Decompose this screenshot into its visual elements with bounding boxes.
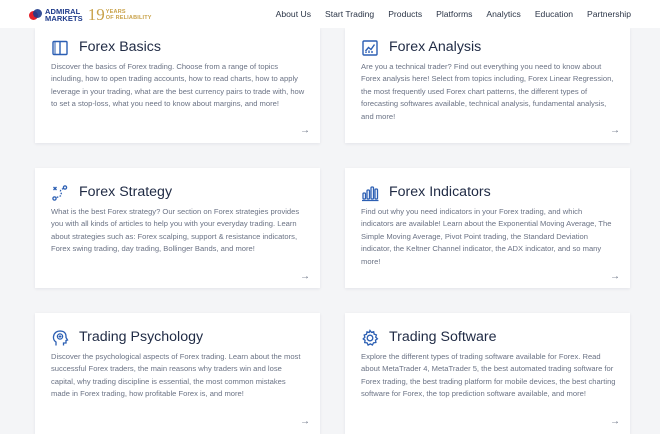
strategy-icon: [51, 184, 69, 202]
card-forex-basics[interactable]: Forex Basics Discover the basics of Fore…: [35, 28, 320, 143]
card-forex-analysis[interactable]: Forex Analysis Are you a technical trade…: [345, 28, 630, 143]
nav-education[interactable]: Education: [535, 9, 573, 19]
logo-mark-icon: [29, 8, 43, 22]
card-title[interactable]: Forex Basics: [79, 39, 161, 55]
arrow-right-icon[interactable]: →: [610, 126, 620, 136]
nav-products[interactable]: Products: [388, 9, 422, 19]
card-description: Are you a technical trader? Find out eve…: [361, 62, 614, 121]
main-nav: About Us Start Trading Products Platform…: [262, 0, 631, 28]
card-forex-indicators[interactable]: Forex Indicators Find out why you need i…: [345, 168, 630, 288]
arrow-right-icon[interactable]: →: [610, 417, 620, 427]
card-description: Discover the basics of Forex trading. Ch…: [51, 62, 305, 109]
card-description: Find out why you need indicators in your…: [361, 207, 612, 266]
chart-analysis-icon: [361, 39, 379, 57]
nav-start-trading[interactable]: Start Trading: [325, 9, 374, 19]
arrow-right-icon[interactable]: →: [300, 126, 310, 136]
years-number: 19: [87, 5, 105, 24]
arrow-right-icon[interactable]: →: [610, 272, 620, 282]
arrow-right-icon[interactable]: →: [300, 417, 310, 427]
site-header: ADMIRAL MARKETS 19 YEARS OF RELIABILITY …: [0, 0, 660, 28]
book-icon: [51, 39, 69, 57]
card-trading-software[interactable]: Trading Software Explore the different t…: [345, 313, 630, 434]
arrow-right-icon[interactable]: →: [300, 272, 310, 282]
card-description: Explore the different types of trading s…: [361, 352, 616, 399]
brain-head-icon: [51, 329, 69, 347]
nav-analytics[interactable]: Analytics: [486, 9, 520, 19]
card-description: Discover the psychological aspects of Fo…: [51, 352, 301, 399]
admiral-markets-logo[interactable]: ADMIRAL MARKETS 19 YEARS OF RELIABILITY: [29, 6, 152, 24]
nav-platforms[interactable]: Platforms: [436, 9, 472, 19]
nav-partnership[interactable]: Partnership: [587, 9, 631, 19]
reliability-label: OF RELIABILITY: [105, 15, 152, 21]
card-title[interactable]: Forex Indicators: [389, 184, 491, 200]
card-trading-psychology[interactable]: Trading Psychology Discover the psycholo…: [35, 313, 320, 434]
card-description: What is the best Forex strategy? Our sec…: [51, 207, 300, 254]
card-title[interactable]: Forex Analysis: [389, 39, 481, 55]
years-badge: 19 YEARS OF RELIABILITY: [87, 5, 152, 24]
logo-wordmark: ADMIRAL MARKETS: [45, 7, 83, 23]
gear-icon: [361, 329, 379, 347]
card-title[interactable]: Forex Strategy: [79, 184, 172, 200]
card-forex-strategy[interactable]: Forex Strategy What is the best Forex st…: [35, 168, 320, 288]
indicators-icon: [361, 184, 379, 202]
card-title[interactable]: Trading Psychology: [79, 329, 203, 345]
nav-about-us[interactable]: About Us: [276, 9, 311, 19]
card-title[interactable]: Trading Software: [389, 329, 497, 345]
